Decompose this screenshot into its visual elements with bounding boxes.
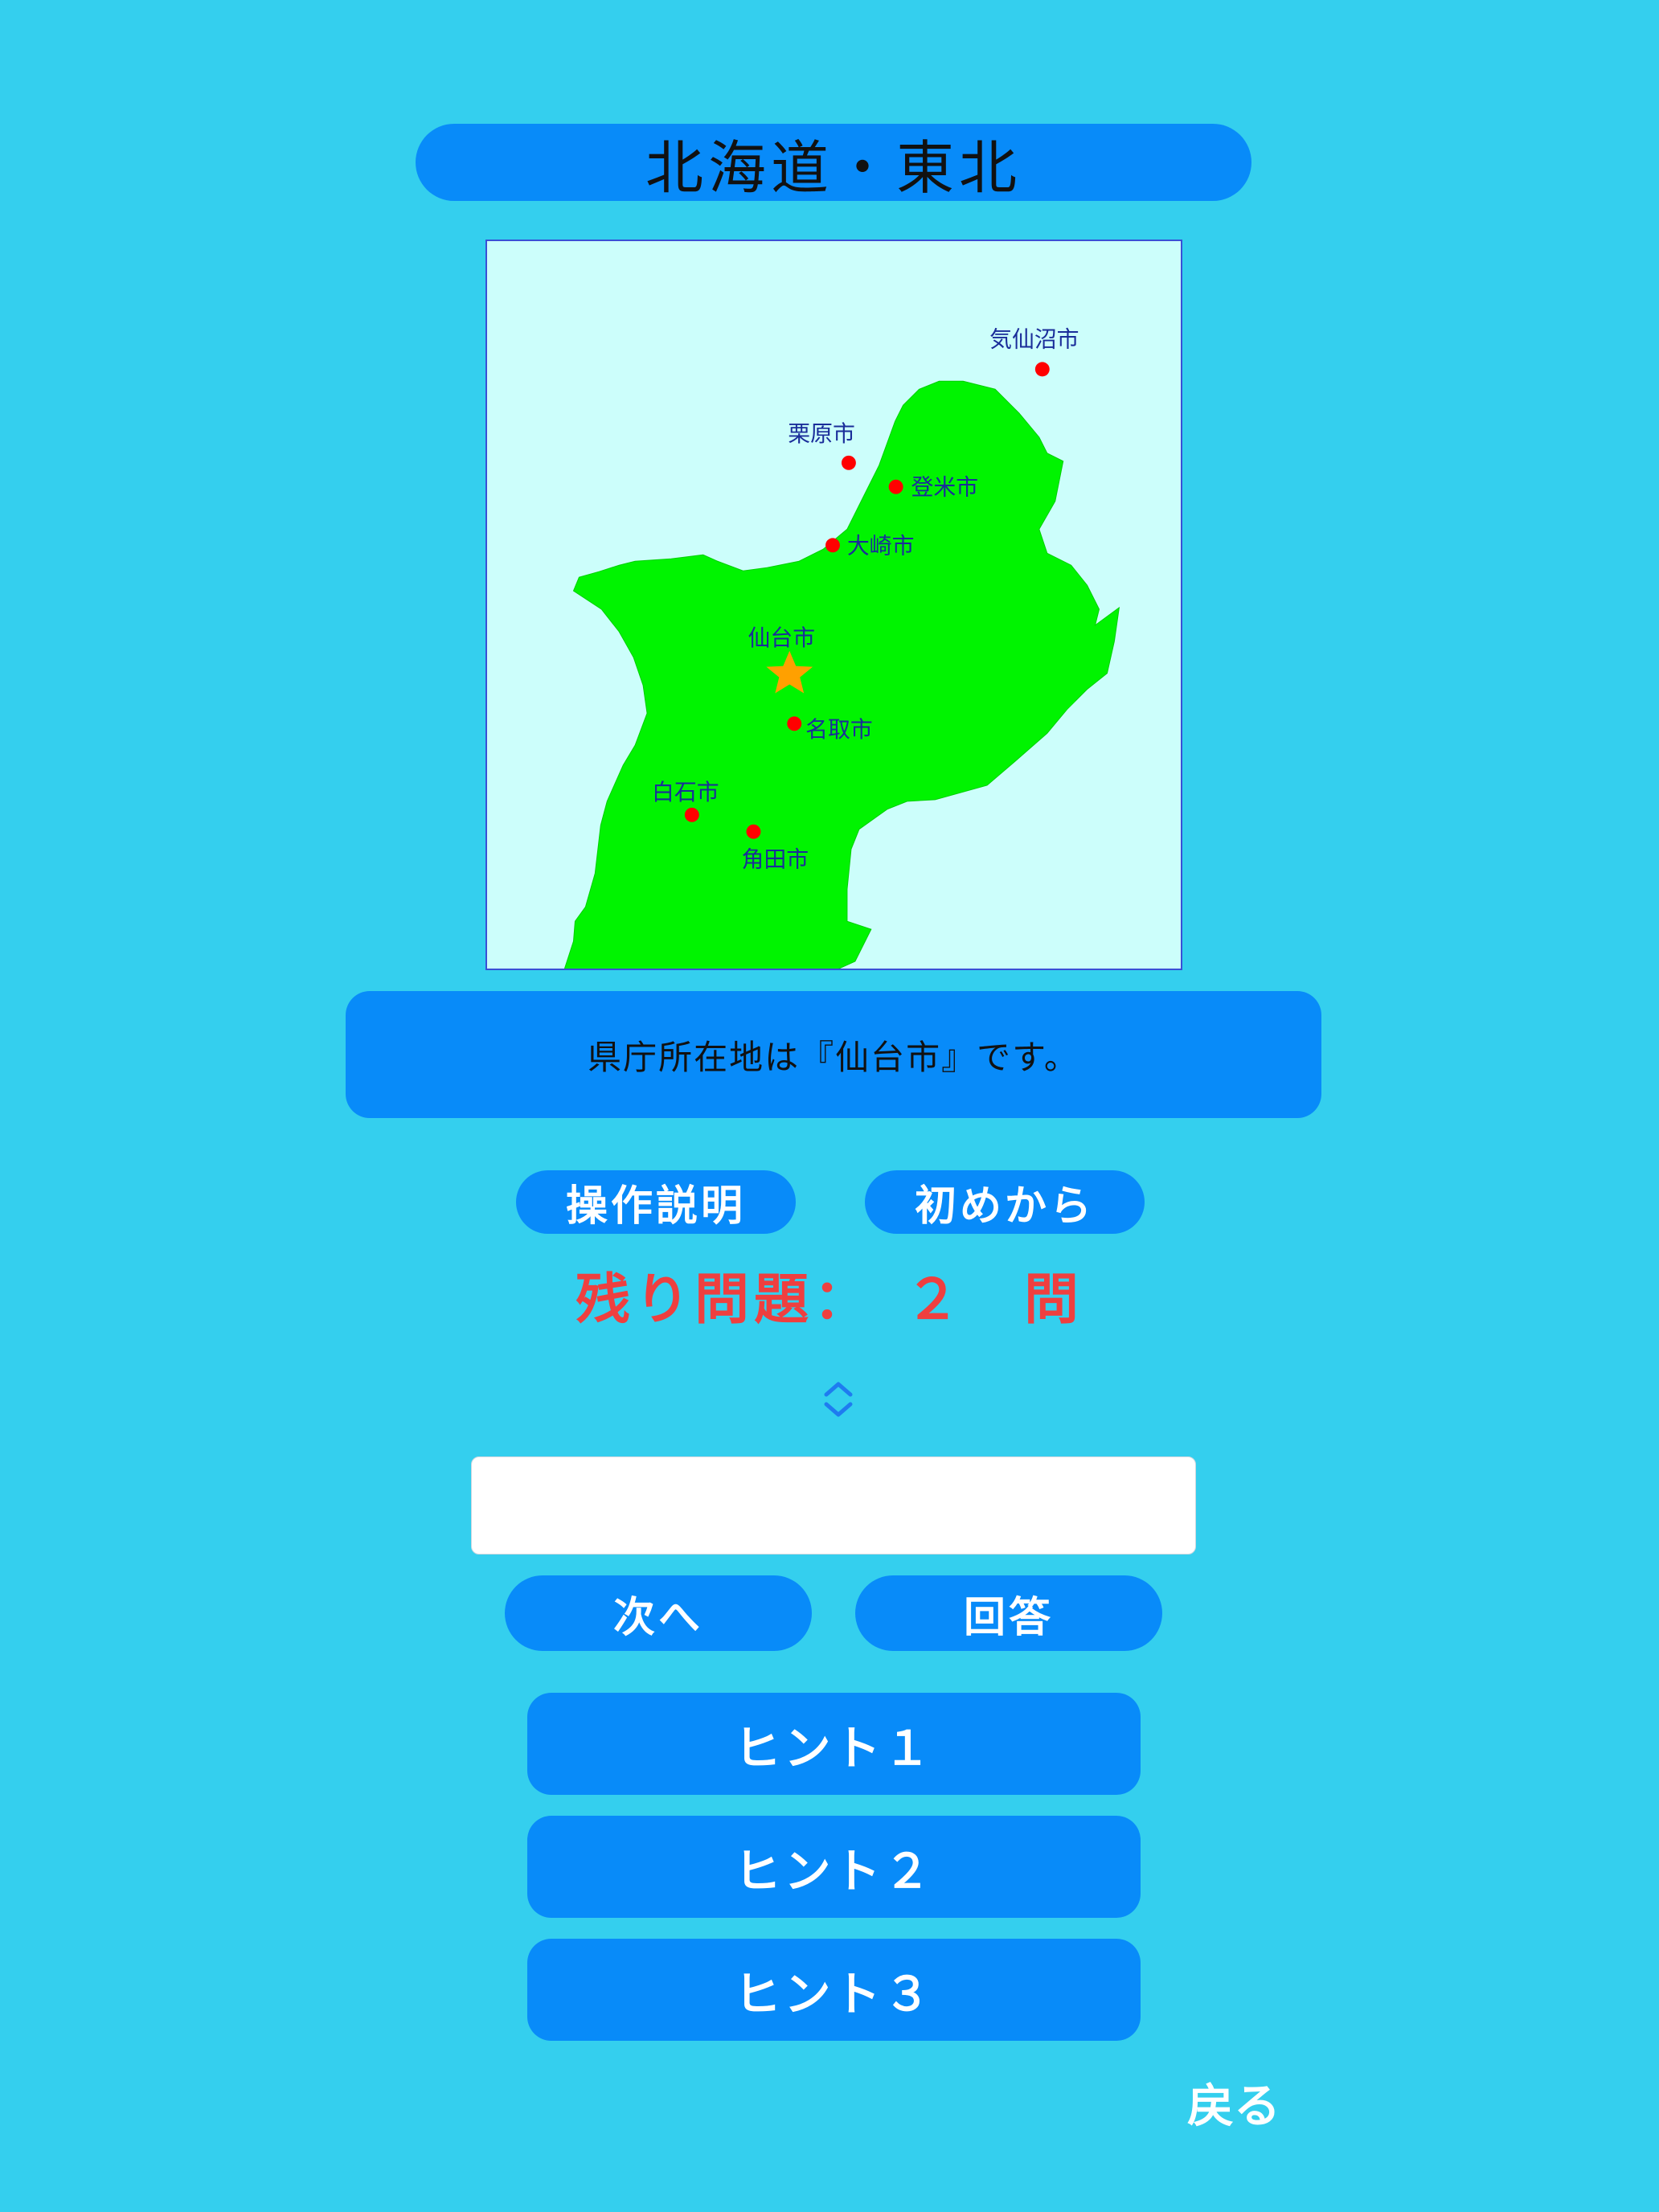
city-label-osaki: 大崎市: [847, 532, 915, 559]
city-label-kakuda: 角田市: [742, 846, 809, 872]
back-button[interactable]: 戻る: [1157, 2062, 1310, 2142]
city-dot-kakuda: [746, 824, 761, 839]
city-label-sendai: 仙台市: [748, 625, 815, 651]
city-label-kesennuma: 気仙沼市: [989, 326, 1079, 352]
city-dot-natori: [787, 716, 802, 731]
restart-button[interactable]: 初めから: [865, 1170, 1145, 1234]
city-dot-tome: [888, 479, 903, 494]
hint-3-button[interactable]: ヒント３: [527, 1939, 1141, 2041]
city-label-natori: 名取市: [805, 716, 873, 743]
miyagi-map-svg: 気仙沼市 栗原市 登米市 大崎市 仙台市 名取市 白石市 角田市: [487, 241, 1181, 969]
answer-button[interactable]: 回答: [855, 1575, 1162, 1651]
city-label-kurihara: 栗原市: [788, 420, 855, 447]
page-title: 北海道・東北: [416, 124, 1251, 202]
answer-input[interactable]: [471, 1456, 1196, 1555]
answer-message: 県庁所在地は『仙台市』です。: [346, 991, 1321, 1118]
help-button[interactable]: 操作説明: [516, 1170, 796, 1234]
city-label-tome: 登米市: [911, 474, 979, 501]
remaining-questions: 残り問題： ２ 問: [575, 1268, 1083, 1332]
prefecture-map: 気仙沼市 栗原市 登米市 大崎市 仙台市 名取市 白石市 角田市: [485, 240, 1182, 970]
city-dot-kurihara: [841, 455, 856, 470]
city-dot-kesennuma: [1034, 362, 1050, 377]
hint-2-button[interactable]: ヒント２: [527, 1816, 1141, 1918]
hint-1-button[interactable]: ヒント１: [527, 1693, 1141, 1795]
city-label-shiroishi: 白石市: [652, 779, 719, 805]
city-dot-osaki: [825, 538, 840, 553]
chevron-up-down-icon[interactable]: [820, 1378, 857, 1420]
city-dot-shiroishi: [684, 807, 699, 822]
next-button[interactable]: 次へ: [505, 1575, 812, 1651]
